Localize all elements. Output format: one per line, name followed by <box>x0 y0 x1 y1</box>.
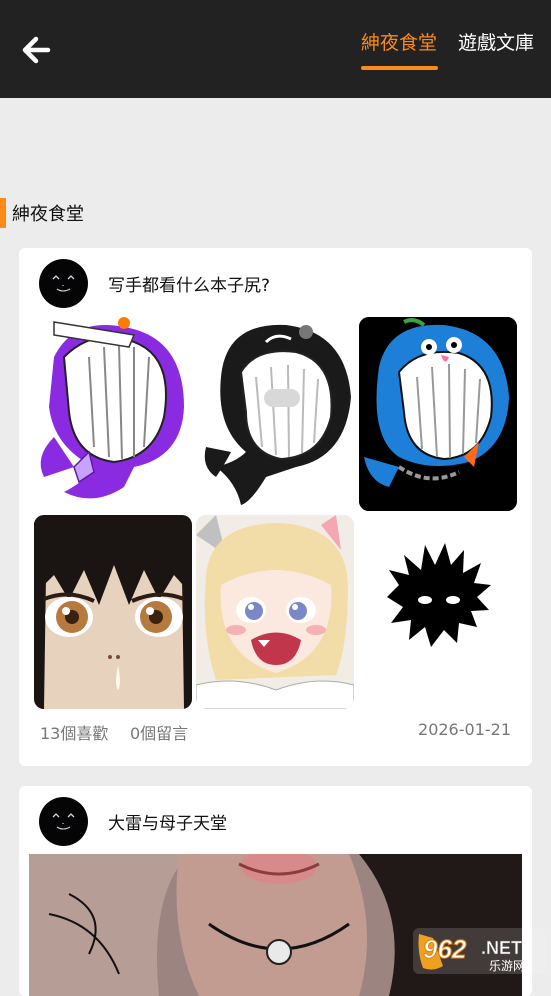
black-orca-sticker-icon <box>204 324 351 505</box>
post-date: 2026-01-21 <box>418 720 511 739</box>
watermark-logo-icon: 962 .NET 乐游网 <box>413 928 545 974</box>
top-bar: 紳夜食堂 遊戲文庫 <box>0 0 551 98</box>
site-watermark: 962 .NET 乐游网 <box>413 928 545 974</box>
avatar-face-icon <box>52 275 75 292</box>
post-image-black-orca[interactable] <box>196 317 354 511</box>
avatar[interactable] <box>39 259 88 308</box>
svg-text:乐游网: 乐游网 <box>489 959 525 973</box>
arrow-left-icon <box>22 36 51 64</box>
active-tab-indicator <box>361 66 438 70</box>
svg-text:962: 962 <box>423 934 467 964</box>
back-button[interactable] <box>14 28 58 72</box>
comments-count[interactable]: 0個留言 <box>130 720 188 744</box>
tab-night-cafeteria[interactable]: 紳夜食堂 <box>361 28 437 55</box>
post-image-purple-whale[interactable] <box>34 317 192 511</box>
post-image-anime-blonde-girl[interactable] <box>196 515 354 709</box>
svg-text:.NET: .NET <box>481 938 522 958</box>
post-image-photo[interactable] <box>29 854 522 996</box>
anime-blonde-girl-icon <box>196 515 354 709</box>
avatar[interactable] <box>39 797 88 846</box>
post-image-anime-girl-eyes[interactable] <box>34 515 192 709</box>
post-image-black-silhouette[interactable] <box>359 515 517 709</box>
post-title[interactable]: 写手都看什么本子尻? <box>108 271 270 296</box>
section-accent-bar <box>0 198 6 228</box>
post-image-blue-whale[interactable] <box>359 317 517 511</box>
blue-whale-sticker-icon <box>359 317 517 511</box>
tab-game-library[interactable]: 遊戲文庫 <box>458 28 534 55</box>
avatar-face-icon <box>52 813 75 830</box>
post-title[interactable]: 大雷与母子天堂 <box>108 809 227 834</box>
photo-placeholder-icon <box>29 854 522 996</box>
section-title: 紳夜食堂 <box>12 204 84 225</box>
anime-girl-eyes-icon <box>34 515 192 709</box>
black-fuzzy-silhouette-icon <box>359 515 517 709</box>
likes-count: 13個喜歡 <box>40 724 109 743</box>
post-card[interactable]: 写手都看什么本子尻? 13個喜歡 0個留言 2026-01-21 <box>19 248 532 766</box>
section-header: 紳夜食堂 <box>0 198 84 228</box>
purple-whale-sticker-icon <box>40 317 184 499</box>
